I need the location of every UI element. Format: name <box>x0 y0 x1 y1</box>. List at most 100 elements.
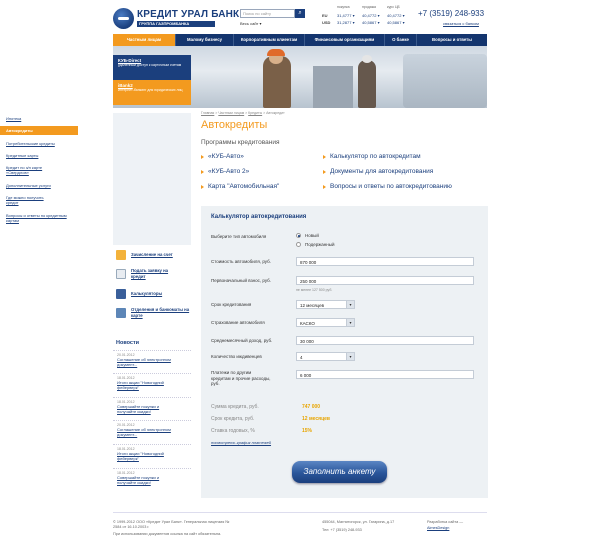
news-item[interactable]: 18.01.2012 Совершайте покупки и получайт… <box>113 468 191 485</box>
footer-dev-link[interactable]: AimesDesign <box>427 526 449 531</box>
radio-selected-icon <box>296 233 301 238</box>
side-item-services[interactable]: Дополнительные услуги <box>6 183 74 188</box>
side-item-mortgage[interactable]: Ипотека <box>6 116 74 121</box>
car-type-used-radio[interactable]: Подержанный <box>296 242 335 247</box>
income-input[interactable]: 30 000 <box>296 336 474 345</box>
footer-phone: Тел: +7 (3519) 248-933 <box>322 528 362 532</box>
down-payment-label: Первоначальный взнос, руб. <box>211 278 271 283</box>
news-link[interactable]: Итоги акции "Новогодний фейерверк" <box>117 380 177 390</box>
side-item-autoloans[interactable]: Автокредиты <box>0 126 78 135</box>
price-label: Стоимость автомобиля, руб. <box>211 259 271 264</box>
nav-about[interactable]: О банке <box>385 34 417 46</box>
result-label: Сумма кредита, руб. <box>211 404 259 410</box>
insurance-select[interactable]: КАСКО ▾ <box>296 318 355 327</box>
link-auto-faq[interactable]: Вопросы и ответы по автокредитованию <box>323 183 452 190</box>
quick-link-map[interactable]: Отделения и банкоматы на карте <box>116 307 196 318</box>
bank-group: ГРУППА ГАЗПРОМБАНКА <box>137 21 215 27</box>
news-title: Новости <box>116 340 140 346</box>
nav-faq[interactable]: Вопросы и ответы <box>417 34 487 46</box>
quick-link-apply[interactable]: Подать заявку на кредит <box>116 268 196 279</box>
promo-kub-direct[interactable]: КУБ-Direct удаленный доступ к карточным … <box>113 55 191 80</box>
breadcrumb-current: Автокредит <box>266 111 285 115</box>
side-item-consumer[interactable]: Потребительские кредиты <box>6 141 74 146</box>
search-scope-select[interactable]: Весь сайт ▾ <box>240 21 262 26</box>
page-title: Автокредиты <box>201 119 268 131</box>
dependents-label: Количество иждивенцев <box>211 354 262 359</box>
news-link[interactable]: Итоги акции "Новогодний фейерверк" <box>117 451 177 461</box>
footer-divider <box>113 512 487 513</box>
programs-heading: Программы кредитования <box>201 139 280 146</box>
news-item[interactable]: 18.01.2012 Совершайте покупки и получайт… <box>113 397 191 414</box>
contact-bank-link[interactable]: связаться с банком <box>443 21 479 26</box>
term-select[interactable]: 12 месяцев ▾ <box>296 300 355 309</box>
income-label: Среднемесячный доход, руб. <box>211 338 273 343</box>
program-link-kub-auto-2[interactable]: «КУБ-Авто 2» <box>201 168 249 175</box>
news-link[interactable]: Совершайте покупки и получайте скидки! <box>117 404 179 414</box>
bank-name[interactable]: КРЕДИТ УРАЛ БАНК <box>137 9 239 20</box>
promo-text: удаленный доступ к карточным счетам <box>118 63 182 67</box>
dependents-select[interactable]: 4 ▾ <box>296 352 355 361</box>
result-value: 747 000 <box>302 404 321 410</box>
footer-copyright: © 1999-2012 ООО «Кредит Урал Банк». Гене… <box>113 520 230 529</box>
news-item[interactable]: 18.01.2012 Итоги акции "Новогодний фейер… <box>113 444 191 461</box>
search-button[interactable]: ⌕ <box>295 9 305 18</box>
news-item[interactable]: 20.01.2012 Соглашение об электронном док… <box>113 420 191 437</box>
link-auto-calculator[interactable]: Калькулятор по автокредитам <box>323 153 421 160</box>
side-item-salary-card[interactable]: Кредит по з/п карте «Свердлов» <box>6 165 61 175</box>
nav-small-business[interactable]: Малому бизнесу <box>176 34 234 46</box>
breadcrumb-credits[interactable]: Кредиты <box>248 111 262 115</box>
rate-currency: USD <box>322 20 331 25</box>
nav-financial[interactable]: Финансовым организациям <box>305 34 385 46</box>
nav-private[interactable]: Частным лицам <box>113 34 176 46</box>
rate-currency: EU <box>322 13 328 18</box>
footer-note: При использовании документов ссылка на с… <box>113 532 222 536</box>
side-item-card-faq[interactable]: Вопросы и ответы по кредитным картам <box>6 213 72 223</box>
term-label: Срок кредитования <box>211 302 252 307</box>
rate-cb: 40,5867 ▾ <box>387 20 405 25</box>
program-link-auto-card[interactable]: Карта "Автомобильная" <box>201 183 279 190</box>
chevron-down-icon: ▾ <box>346 319 354 326</box>
quick-link-deposit[interactable]: Зачисление на счет <box>116 250 196 260</box>
payments-input[interactable]: 6 000 <box>296 370 474 379</box>
chevron-down-icon: ▾ <box>346 301 354 308</box>
side-item-cards[interactable]: Кредитные карты <box>6 153 74 158</box>
promo-ibank2[interactable]: iBank2 интернет-банкинг для юридических … <box>113 80 191 105</box>
down-payment-input[interactable]: 250 000 <box>296 276 474 285</box>
car-type-label: Выберите тип автомобиля <box>211 234 267 239</box>
fill-application-button[interactable]: Заполнить анкету <box>292 461 387 483</box>
document-icon <box>116 268 126 279</box>
news-link[interactable]: Совершайте покупки и получайте скидки! <box>117 475 179 485</box>
radio-empty-icon <box>296 242 301 247</box>
deposit-icon <box>116 250 126 260</box>
search-icon: ⌕ <box>298 10 302 16</box>
program-link-kub-auto[interactable]: «КУБ-Авто» <box>201 153 244 160</box>
news-item[interactable]: 18.01.2012 Итоги акции "Новогодний фейер… <box>113 373 191 390</box>
breadcrumb-private[interactable]: Частным лицам <box>218 111 244 115</box>
quick-link-calculators[interactable]: Калькуляторы <box>116 289 196 299</box>
news-link[interactable]: Соглашение об электронном документ... <box>117 427 179 437</box>
nav-corporate[interactable]: Корпоративным клиентам <box>234 34 305 46</box>
rate-buy: 31,4777 ▾ <box>337 13 355 18</box>
price-input[interactable]: 870 000 <box>296 257 474 266</box>
search-input[interactable]: Поиск по сайту <box>240 9 295 18</box>
breadcrumb: Главная > Частным лицам > Кредиты > Авто… <box>201 111 285 115</box>
chevron-down-icon: ▾ <box>346 353 354 360</box>
main-nav: Частным лицам Малому бизнесу Корпоративн… <box>113 34 487 46</box>
rate-sell: 40,5867 ▾ <box>362 20 380 25</box>
side-item-where[interactable]: Где можно получить кредит <box>6 195 56 205</box>
rates-sell-header: продажа <box>362 5 376 9</box>
footer-dev-label: Разработка сайта — <box>427 520 464 524</box>
map-icon <box>116 307 126 318</box>
car-type-new-radio[interactable]: Новый <box>296 233 319 238</box>
result-label: Ставка годовых, % <box>211 428 255 434</box>
payment-schedule-link[interactable]: посмотреть график платежей <box>211 440 271 445</box>
bank-logo-icon[interactable] <box>113 8 134 29</box>
header-phone: +7 (3519) 248-933 <box>418 9 485 18</box>
down-payment-hint: не менее 127 500 руб. <box>296 288 333 292</box>
link-auto-documents[interactable]: Документы для автокредитования <box>323 168 433 175</box>
calculator-title: Калькулятор автокредитования <box>211 214 307 220</box>
news-link[interactable]: Соглашение об электронном документ... <box>117 357 179 367</box>
news-item[interactable]: 20.01.2012 Соглашение об электронном док… <box>113 350 191 367</box>
breadcrumb-home[interactable]: Главная <box>201 111 214 115</box>
promo-text: интернет-банкинг для юридических лиц <box>118 88 183 92</box>
